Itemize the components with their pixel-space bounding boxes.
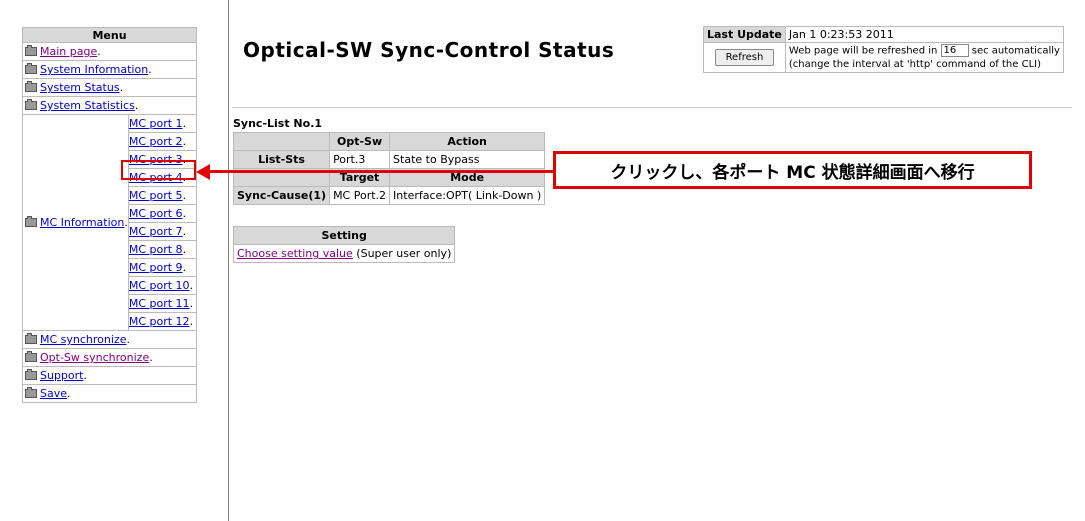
mc-port-12-link[interactable]: MC port 12 bbox=[129, 315, 190, 328]
sync-cause-target: MC Port.2 bbox=[329, 186, 391, 205]
folder-icon bbox=[25, 216, 37, 227]
folder-icon bbox=[25, 369, 37, 380]
row-sync-cause-label: Sync-Cause(1) bbox=[232, 186, 331, 205]
divider bbox=[232, 107, 1072, 108]
refresh-text-pre: Web page will be refreshed in bbox=[788, 45, 938, 57]
mc-port-2-link[interactable]: MC port 2 bbox=[129, 135, 183, 148]
folder-icon bbox=[25, 45, 37, 56]
menu-mc-information-link[interactable]: MC Information bbox=[40, 216, 124, 229]
folder-icon bbox=[25, 99, 37, 110]
sidebar: Menu Main page. System Information. Syst… bbox=[0, 0, 229, 521]
folder-icon bbox=[25, 387, 37, 398]
row-list-sts-label: List-Sts bbox=[232, 150, 331, 169]
sync-list-table: Opt-Sw Action List-Sts Port.3 State to B… bbox=[232, 132, 546, 205]
last-update-panel: Last Update Jan 1 0:23:53 2011 Refresh W… bbox=[703, 26, 1064, 73]
mc-port-9-link[interactable]: MC port 9 bbox=[129, 261, 183, 274]
setting-note: (Super user only) bbox=[356, 247, 452, 260]
setting-heading: Setting bbox=[232, 226, 456, 245]
annotation-callout: クリックし、各ポート MC 状態詳細画面へ移行 bbox=[553, 151, 1032, 189]
folder-icon bbox=[25, 81, 37, 92]
annotation-arrow-line bbox=[207, 170, 554, 173]
refresh-text-post: sec automatically bbox=[971, 45, 1060, 57]
mc-port-7-link[interactable]: MC port 7 bbox=[129, 225, 183, 238]
menu-system-information-link[interactable]: System Information bbox=[40, 63, 148, 76]
col-opt-sw: Opt-Sw bbox=[329, 132, 391, 151]
sync-list-title: Sync-List No.1 bbox=[233, 117, 323, 130]
mc-port-1-link[interactable]: MC port 1 bbox=[129, 117, 183, 130]
setting-table: Setting Choose setting value (Super user… bbox=[232, 226, 456, 263]
menu-opt-sw-synchronize-link[interactable]: Opt-Sw synchronize bbox=[40, 351, 149, 364]
mc-port-10-link[interactable]: MC port 10 bbox=[129, 279, 190, 292]
menu-system-status-link[interactable]: System Status bbox=[40, 81, 120, 94]
refresh-interval-field[interactable]: 16 bbox=[940, 44, 969, 57]
menu-save-link[interactable]: Save bbox=[40, 387, 67, 400]
last-update-value: Jan 1 0:23:53 2011 bbox=[784, 26, 1064, 43]
list-sts-opt-sw: Port.3 bbox=[329, 150, 391, 169]
folder-icon bbox=[25, 63, 37, 74]
col-action: Action bbox=[389, 132, 546, 151]
refresh-button[interactable]: Refresh bbox=[714, 48, 775, 66]
mc-port-8-link[interactable]: MC port 8 bbox=[129, 243, 183, 256]
refresh-note: (change the interval at 'http' command o… bbox=[788, 58, 1041, 70]
choose-setting-value-link[interactable]: Choose setting value bbox=[237, 247, 353, 260]
last-update-label: Last Update bbox=[703, 26, 786, 43]
page-title: Optical-SW Sync-Control Status bbox=[243, 38, 615, 62]
mc-port-11-link[interactable]: MC port 11 bbox=[129, 297, 190, 310]
menu-system-statistics-link[interactable]: System Statistics bbox=[40, 99, 135, 112]
menu-heading: Menu bbox=[22, 27, 197, 43]
folder-icon bbox=[25, 333, 37, 344]
menu-support-link[interactable]: Support bbox=[40, 369, 83, 382]
list-sts-action: State to Bypass bbox=[389, 150, 546, 169]
mc-port-5-link[interactable]: MC port 5 bbox=[129, 189, 183, 202]
sync-cause-mode: Interface:OPT( Link-Down ) bbox=[389, 186, 546, 205]
mc-port-6-link[interactable]: MC port 6 bbox=[129, 207, 183, 220]
folder-icon bbox=[25, 351, 37, 362]
menu-table: Menu Main page. System Information. Syst… bbox=[22, 27, 198, 403]
mc-port-3-highlight-box bbox=[121, 160, 196, 180]
menu-main-page-link[interactable]: Main page bbox=[40, 45, 97, 58]
annotation-arrow-head-icon bbox=[196, 164, 210, 180]
menu-mc-synchronize-link[interactable]: MC synchronize bbox=[40, 333, 126, 346]
